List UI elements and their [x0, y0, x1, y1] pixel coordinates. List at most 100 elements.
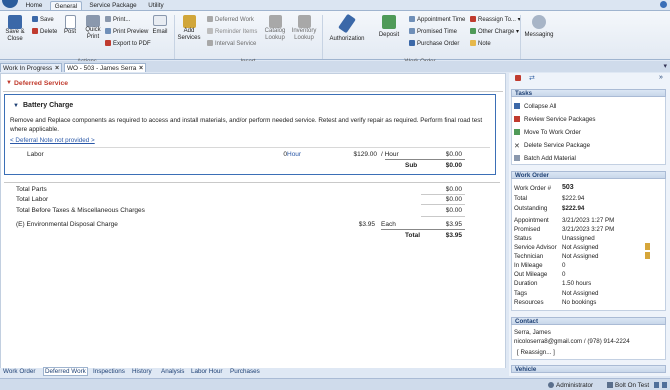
divider [385, 159, 465, 160]
labor-rate: $129.00 [353, 151, 378, 158]
quick-print-label: Quick Print [85, 27, 101, 40]
field-label: Resources [514, 299, 544, 306]
collapse-arrow-icon[interactable]: ▼ [6, 80, 12, 86]
tab-analysis[interactable]: Analysis [161, 368, 184, 375]
tab-history[interactable]: History [132, 368, 152, 375]
messaging-icon [532, 15, 546, 29]
tasks-header[interactable]: Tasks [511, 89, 666, 97]
delete-button[interactable]: Delete [32, 28, 57, 36]
export-pdf-label: Export to PDF [113, 41, 151, 47]
chevron-down-icon[interactable]: ▾ [663, 62, 667, 70]
flag-icon[interactable] [645, 243, 650, 250]
work-order-title: Work Order [515, 172, 549, 179]
collapse-arrow-icon[interactable]: ▼ [13, 103, 19, 109]
refresh-icon[interactable]: ⇄ [529, 74, 535, 82]
add-services-button[interactable]: Add Services [177, 15, 201, 42]
current-user[interactable]: Administrator [556, 382, 593, 389]
reassign-contact-link[interactable]: [ Reassign... ] [517, 349, 555, 356]
other-charge-button[interactable]: Other Charge ▾ [470, 28, 519, 36]
tab-utility[interactable]: Utility [143, 1, 169, 10]
help-icon[interactable] [660, 1, 667, 8]
tab-general[interactable]: General [50, 1, 82, 10]
tab-work-order[interactable]: Work Order [3, 368, 35, 375]
divider [174, 15, 175, 59]
close-icon[interactable]: × [55, 64, 59, 73]
package-title: Battery Charge [23, 102, 74, 109]
save-close-button[interactable]: Save & Close [4, 15, 26, 43]
tab-purchases[interactable]: Purchases [230, 368, 260, 375]
interval-service-button[interactable]: Interval Service [207, 40, 256, 48]
promised-value: 3/21/2023 3:27 PM [562, 226, 615, 233]
dropdown-arrow-icon: ▾ [516, 29, 520, 35]
close-icon[interactable]: × [139, 64, 143, 73]
flag-icon[interactable] [645, 252, 650, 259]
save-button[interactable]: Save [32, 16, 54, 24]
print-button[interactable]: Print... [105, 16, 130, 24]
delete-service-package-task[interactable]: ✕ Delete Service Package [514, 142, 590, 150]
divider [3, 91, 503, 92]
contact-header[interactable]: Contact [511, 317, 666, 325]
quick-print-button[interactable]: Quick Print [82, 15, 104, 41]
interval-service-label: Interval Service [215, 41, 257, 47]
deposit-label: Deposit [378, 32, 400, 38]
purchase-order-button[interactable]: Purchase Order [409, 40, 459, 48]
tab-home[interactable]: Home [22, 1, 46, 10]
catalog-lookup-button[interactable]: Catalog Lookup [262, 15, 288, 42]
post-button[interactable]: Post [60, 15, 80, 36]
total-before-taxes-label: Total Before Taxes & Miscellaneous Charg… [16, 207, 145, 214]
tab-service-package[interactable]: Service Package [86, 1, 140, 10]
vehicle-header[interactable]: Vehicle [511, 365, 666, 373]
move-to-work-order-task[interactable]: Move To Work Order [514, 129, 581, 136]
environmental-fee-amount: $3.95 [445, 221, 462, 228]
collapse-icon [514, 103, 520, 109]
tab-work-in-progress[interactable]: Work In Progress × [0, 63, 62, 72]
tab-deferred-work[interactable]: Deferred Work [43, 367, 88, 376]
promised-time-button[interactable]: Promised Time [409, 28, 457, 36]
reassign-to-button[interactable]: Reassign To... ▾ [470, 16, 521, 24]
current-store[interactable]: Bolt On Test [615, 382, 649, 389]
email-button[interactable]: Email [150, 15, 170, 36]
status-bar: Administrator Bolt On Test [0, 378, 670, 390]
floppy-icon [8, 15, 22, 29]
review-icon [514, 116, 520, 122]
deferral-note-link[interactable]: < Deferral Note not provided > [10, 137, 95, 144]
field-label: Tags [514, 290, 528, 297]
ribbon: Save & Close Save Delete Post Quick Prin… [0, 10, 670, 65]
pen-icon [338, 13, 356, 34]
review-service-packages-task[interactable]: Review Service Packages [514, 116, 596, 123]
divider [10, 147, 490, 148]
labor-qty[interactable]: 0 [275, 151, 287, 158]
expand-icon[interactable]: » [659, 74, 663, 81]
section-title: Deferred Service [14, 80, 69, 87]
inventory-lookup-button[interactable]: Inventory Lookup [290, 15, 318, 42]
work-order-total: $222.94 [562, 195, 585, 202]
authorization-button[interactable]: Authorization [328, 13, 366, 43]
export-pdf-button[interactable]: Export to PDF [105, 40, 151, 48]
deferred-work-button[interactable]: Deferred Work [207, 16, 254, 24]
reminder-items-label: Reminder Items [215, 29, 258, 35]
messaging-button[interactable]: Messaging [524, 15, 554, 39]
application-menu-button[interactable] [2, 0, 18, 8]
tab-inspections[interactable]: Inspections [93, 368, 125, 375]
work-order-header[interactable]: Work Order [511, 171, 666, 179]
task-label: Review Service Packages [524, 116, 596, 123]
tab-label: WO - 503 - James Serra [67, 65, 137, 72]
labor-unit-link[interactable]: Hour [287, 151, 301, 158]
calendar-icon [409, 16, 415, 22]
catalog-lookup-label: Catalog Lookup [264, 28, 286, 41]
batch-add-material-task[interactable]: Batch Add Material [514, 155, 576, 162]
tab-labor-hour[interactable]: Labor Hour [191, 368, 223, 375]
resources-value: No bookings [562, 299, 597, 306]
divider [4, 182, 500, 183]
print-preview-button[interactable]: Print Preview [105, 28, 148, 36]
reminder-items-button[interactable]: Reminder Items [207, 28, 257, 36]
note-button[interactable]: Note [470, 40, 491, 48]
divider [520, 15, 521, 59]
messaging-label: Messaging [524, 32, 554, 38]
deposit-button[interactable]: Deposit [376, 15, 402, 39]
appointment-time-button[interactable]: Appointment Time [409, 16, 465, 24]
collapse-all-task[interactable]: Collapse All [514, 103, 556, 110]
tab-work-order-503[interactable]: WO - 503 - James Serra × [64, 63, 146, 72]
pin-icon[interactable] [515, 75, 521, 81]
x-icon: ✕ [514, 143, 520, 150]
